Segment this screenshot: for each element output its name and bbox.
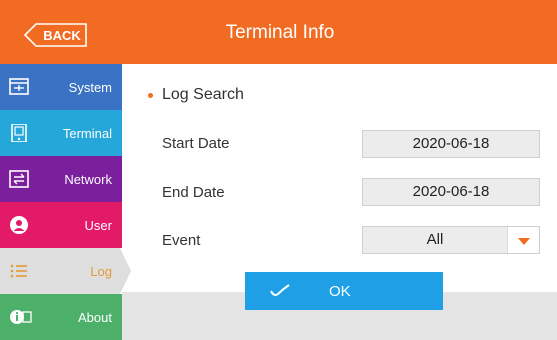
- sidebar-item-label: Terminal: [62, 126, 112, 141]
- system-icon: [9, 78, 29, 95]
- event-dropdown-button[interactable]: [507, 226, 540, 254]
- ok-label: OK: [329, 283, 351, 300]
- bullet-icon: [148, 93, 153, 98]
- event-select[interactable]: All: [362, 226, 508, 254]
- sidebar-item-label: Log: [90, 264, 112, 279]
- sidebar-item-user[interactable]: User: [0, 202, 122, 248]
- sidebar-item-system[interactable]: System: [0, 64, 122, 110]
- end-date-field[interactable]: 2020-06-18: [362, 178, 540, 206]
- sidebar-item-label: Network: [64, 172, 112, 187]
- event-label: Event: [162, 232, 201, 249]
- network-icon: [9, 170, 29, 188]
- sidebar-item-label: User: [84, 218, 112, 233]
- sidebar-item-label: System: [68, 80, 112, 95]
- header-bar: BACK Terminal Info: [0, 0, 557, 64]
- section-title: Log Search: [162, 86, 244, 103]
- back-label: BACK: [43, 28, 81, 43]
- start-date-field[interactable]: 2020-06-18: [362, 130, 540, 158]
- check-icon: [270, 284, 290, 296]
- sidebar-item-network[interactable]: Network: [0, 156, 122, 202]
- sidebar-item-about[interactable]: About: [0, 294, 122, 340]
- sidebar-item-log[interactable]: Log: [0, 248, 131, 294]
- page-title: Terminal Info: [225, 22, 335, 43]
- start-date-label: Start Date: [162, 135, 230, 152]
- user-icon: [10, 216, 28, 234]
- sidebar-item-label: About: [78, 310, 112, 325]
- terminal-icon: [11, 124, 27, 142]
- back-button[interactable]: BACK: [24, 23, 88, 47]
- end-date-label: End Date: [162, 184, 225, 201]
- chevron-down-icon: [518, 238, 530, 245]
- sidebar-item-terminal[interactable]: Terminal: [0, 110, 122, 156]
- sidebar: System Terminal Network User Log About: [0, 64, 131, 340]
- about-icon: [10, 310, 32, 324]
- log-icon: [10, 264, 27, 278]
- ok-button[interactable]: OK: [245, 272, 443, 310]
